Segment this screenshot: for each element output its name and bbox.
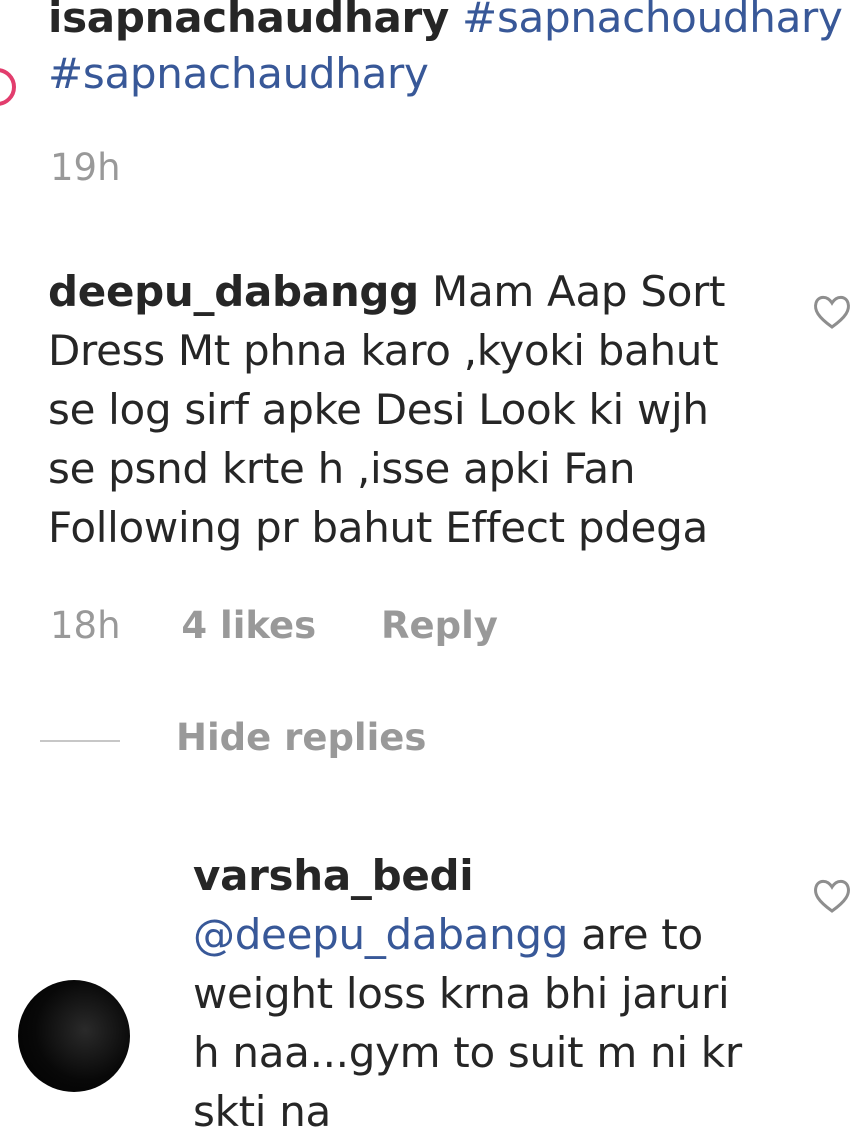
caption-line-1: isapnachaudhary #sapnachoudhary <box>48 0 843 47</box>
comment-reply-button[interactable]: Reply <box>381 604 498 647</box>
comment-line-2: Dress Mt phna karo ,kyoki bahut <box>48 326 719 375</box>
reply-line-3: h naa...gym to suit m ni kr <box>193 1028 742 1077</box>
caption-hashtag-2[interactable]: #sapnachaudhary <box>48 49 429 98</box>
comment-text-1: Mam Aap Sort <box>432 267 726 316</box>
reply-username[interactable]: varsha_bedi <box>193 851 474 900</box>
reply-mention[interactable]: @deepu_dabangg <box>193 910 568 959</box>
caption-line-2: #sapnachaudhary <box>48 44 429 103</box>
hide-replies-button[interactable]: Hide replies <box>176 716 426 759</box>
comment-timestamp[interactable]: 18h <box>50 604 121 647</box>
reply-line-0: varsha_bedi <box>193 846 474 905</box>
reply-avatar[interactable] <box>18 980 130 1092</box>
caption-hashtag-1[interactable]: #sapnachoudhary <box>462 0 843 42</box>
caption-avatar-ring[interactable] <box>0 68 16 106</box>
reply-line-2: weight loss krna bhi jaruri <box>193 969 730 1018</box>
caption-timestamp[interactable]: 19h <box>50 146 121 189</box>
caption-username[interactable]: isapnachaudhary <box>48 0 449 42</box>
reply-line-4: skti na <box>193 1087 331 1136</box>
comment-line-5: Following pr bahut Effect pdega <box>48 503 708 552</box>
reply-text-1: are to <box>581 910 703 959</box>
comment-username[interactable]: deepu_dabangg <box>48 267 419 316</box>
comment-line-4: se psnd krte h ,isse apki Fan <box>48 444 636 493</box>
comment-line-3: se log sirf apke Desi Look ki wjh <box>48 385 709 434</box>
comment-line-1: deepu_dabangg Mam Aap Sort <box>48 262 726 321</box>
replies-divider <box>40 740 120 742</box>
reply-heart-icon[interactable] <box>812 876 850 916</box>
comment-likes[interactable]: 4 likes <box>181 604 316 647</box>
comment-heart-icon[interactable] <box>812 292 850 332</box>
comment-meta: 18h 4 likes Reply <box>50 604 498 647</box>
reply-line-1: @deepu_dabangg are to <box>193 905 703 964</box>
